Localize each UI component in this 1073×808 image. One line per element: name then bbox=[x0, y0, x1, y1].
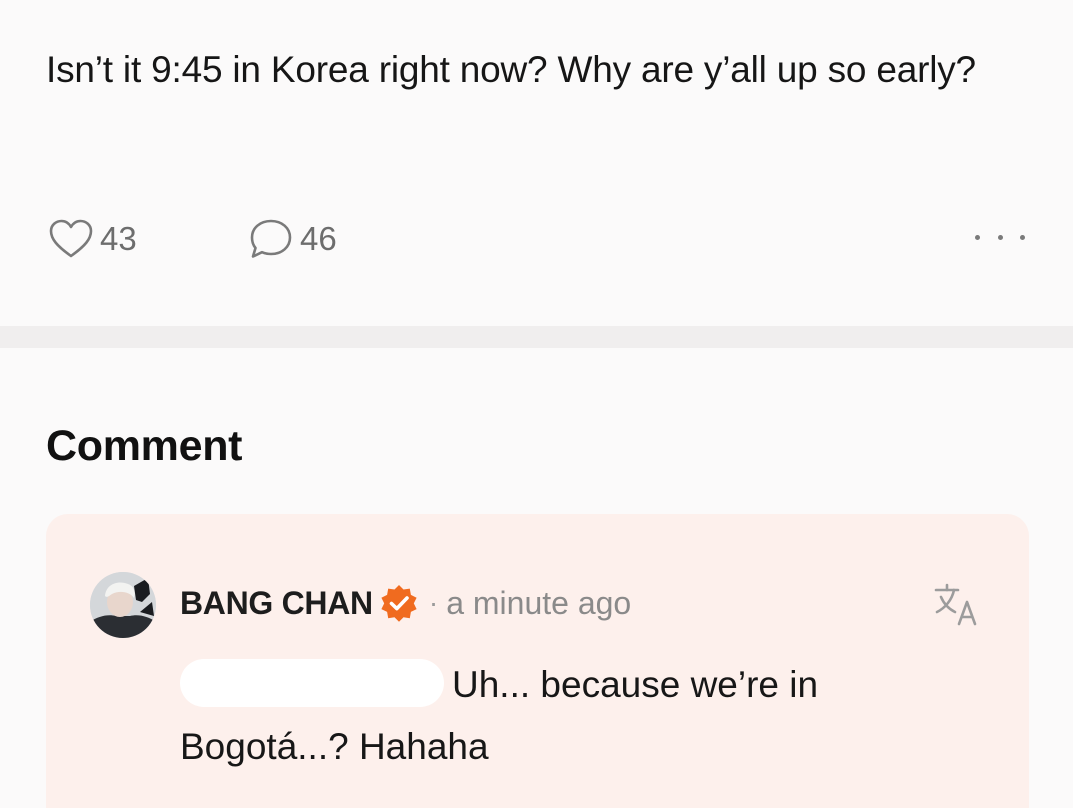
post: Isn’t it 9:45 in Korea right now? Why ar… bbox=[0, 0, 1073, 326]
more-options-button[interactable] bbox=[975, 222, 1025, 252]
author-name[interactable]: BANG CHAN bbox=[180, 585, 373, 622]
translate-button[interactable] bbox=[933, 582, 981, 628]
redacted-mention bbox=[180, 659, 444, 708]
like-count: 43 bbox=[100, 220, 137, 257]
comment-header: BANG CHAN · a minute ago bbox=[180, 580, 631, 626]
post-text: Isn’t it 9:45 in Korea right now? Why ar… bbox=[46, 49, 976, 90]
like-button[interactable]: 43 bbox=[48, 219, 248, 259]
meta-separator: · bbox=[428, 587, 439, 618]
verified-badge-icon bbox=[379, 583, 419, 623]
more-dot-icon bbox=[997, 234, 1003, 240]
comment-count: 46 bbox=[300, 220, 337, 257]
comment-card: BANG CHAN · a minute ago Uh... because w… bbox=[46, 514, 1029, 808]
section-divider bbox=[0, 326, 1073, 348]
avatar[interactable] bbox=[90, 572, 156, 638]
page: Isn’t it 9:45 in Korea right now? Why ar… bbox=[0, 0, 1073, 808]
comments-section: Comment BANG CHAN · a minute ago Uh... b… bbox=[0, 348, 1073, 808]
translate-icon bbox=[933, 583, 981, 632]
more-dot-icon bbox=[1020, 234, 1025, 240]
comment-body: Uh... because we’re in Bogotá...? Hahaha bbox=[180, 654, 980, 778]
heart-icon bbox=[48, 219, 94, 259]
post-actions: 43 46 bbox=[48, 214, 448, 264]
comment-button[interactable]: 46 bbox=[248, 218, 448, 260]
comment-timestamp: a minute ago bbox=[446, 584, 632, 621]
more-dot-icon bbox=[975, 234, 980, 240]
comment-bubble-icon bbox=[248, 218, 294, 260]
comments-heading: Comment bbox=[46, 422, 243, 470]
